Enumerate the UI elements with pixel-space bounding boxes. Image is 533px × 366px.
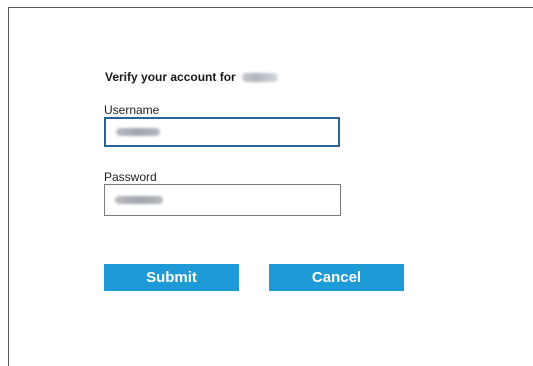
- username-input[interactable]: [104, 117, 340, 147]
- password-label: Password: [104, 170, 157, 184]
- username-value-redacted: [116, 128, 160, 136]
- verify-heading-text: Verify your account for: [105, 70, 236, 84]
- cancel-button[interactable]: Cancel: [269, 264, 404, 291]
- window-left-border: [8, 7, 9, 366]
- account-name-redacted: [241, 72, 278, 82]
- password-input[interactable]: [104, 184, 341, 216]
- password-value-masked: [115, 196, 163, 204]
- verify-heading: Verify your account for: [105, 70, 278, 84]
- window-top-border: [8, 7, 533, 8]
- submit-button[interactable]: Submit: [104, 264, 239, 291]
- username-label: Username: [104, 103, 160, 117]
